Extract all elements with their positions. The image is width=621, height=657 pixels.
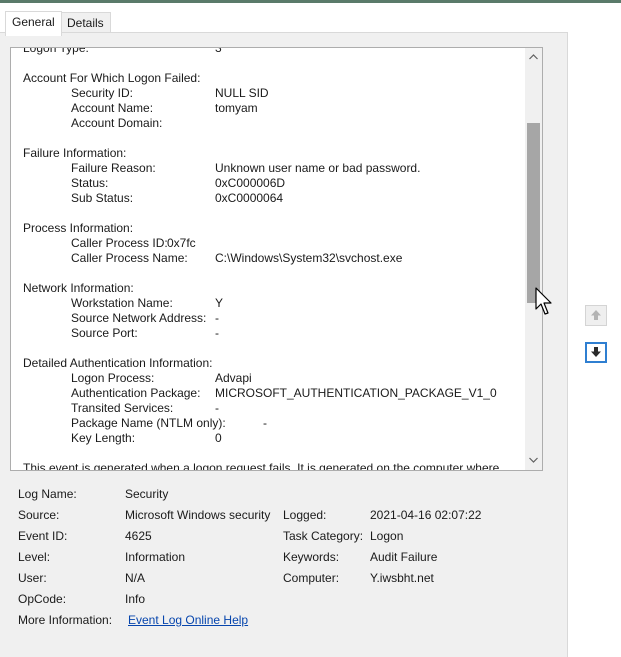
log-name-label: Log Name: xyxy=(18,487,77,501)
message-row: Status: 0xC000006D xyxy=(71,176,286,190)
task-category-label: Task Category: xyxy=(283,529,364,543)
arrow-down-icon xyxy=(591,347,601,357)
message-row: Security ID: NULL SID xyxy=(71,86,269,100)
message-row: Account Name: tomyam xyxy=(71,101,258,115)
message-row: Authentication Package: MICROSOFT_AUTHENT… xyxy=(71,386,497,400)
section-title: Account For Which Logon Failed: xyxy=(23,71,201,85)
user-label: User: xyxy=(18,571,47,585)
source-label: Source: xyxy=(18,508,60,522)
computer-value: Y.iwsbht.net xyxy=(370,571,434,585)
keywords-label: Keywords: xyxy=(283,550,340,564)
level-label: Level: xyxy=(18,550,51,564)
message-row: Failure Reason: Unknown user name or bad … xyxy=(71,161,421,175)
log-name-value: Security xyxy=(125,487,169,501)
vertical-scrollbar[interactable] xyxy=(525,48,542,470)
event-message: Logon Type: 3 Account For Which Logon Fa… xyxy=(23,47,523,471)
cut-line-key: Logon Type: xyxy=(23,47,89,55)
arrow-up-icon xyxy=(591,310,601,320)
task-category-value: Logon xyxy=(370,529,404,543)
cut-line-value: 3 xyxy=(215,47,222,55)
section-title: Detailed Authentication Information: xyxy=(23,356,213,370)
message-row: Source Port: - xyxy=(71,326,219,340)
logged-value: 2021-04-16 02:07:22 xyxy=(370,508,482,522)
computer-label: Computer: xyxy=(283,571,340,585)
section-title: Failure Information: xyxy=(23,146,127,160)
opcode-label: OpCode: xyxy=(18,592,67,606)
message-row: Logon Process: Advapi xyxy=(71,371,252,385)
event-log-online-help-link[interactable]: Event Log Online Help xyxy=(128,613,248,628)
scrollbar-thumb[interactable] xyxy=(527,123,540,303)
level-value: Information xyxy=(125,550,186,564)
more-information-label: More Information: xyxy=(18,613,113,627)
section-title: Network Information: xyxy=(23,281,134,295)
event-description-textbox[interactable]: Logon Type: 3 Account For Which Logon Fa… xyxy=(10,47,543,471)
chevron-down-icon[interactable] xyxy=(525,452,542,469)
message-row: Caller Process ID: 0x7fc xyxy=(71,236,196,250)
tab-bar: General Details xyxy=(0,3,621,36)
message-row: Account Domain: xyxy=(71,116,163,130)
section-title: Process Information: xyxy=(23,221,134,235)
user-value: N/A xyxy=(125,571,146,585)
chevron-up-icon[interactable] xyxy=(525,49,542,66)
message-row: Sub Status: 0xC0000064 xyxy=(71,191,284,205)
opcode-value: Info xyxy=(125,592,146,606)
message-row: Source Network Address: - xyxy=(71,311,219,325)
event-id-value: 4625 xyxy=(125,529,152,543)
tab-details[interactable]: Details xyxy=(60,12,111,34)
message-row: Caller Process Name: C:\Windows\System32\… xyxy=(71,251,403,265)
message-row: Package Name (NTLM only): - xyxy=(71,416,267,430)
message-row: Key Length: 0 xyxy=(71,431,222,445)
mouse-pointer-icon xyxy=(535,287,555,320)
tab-general[interactable]: General xyxy=(5,11,62,36)
source-value: Microsoft Windows security xyxy=(125,508,271,522)
logged-label: Logged: xyxy=(283,508,327,522)
event-id-label: Event ID: xyxy=(18,529,68,543)
trailing-text: This event is generated when a logon req… xyxy=(23,461,500,471)
previous-event-button[interactable] xyxy=(585,305,607,326)
message-row: Workstation Name: Y xyxy=(71,296,224,310)
keywords-value: Audit Failure xyxy=(370,550,438,564)
message-row: Transited Services: - xyxy=(71,401,219,415)
next-event-button[interactable] xyxy=(585,342,607,363)
cut-line: Logon Type: 3 xyxy=(23,47,523,56)
